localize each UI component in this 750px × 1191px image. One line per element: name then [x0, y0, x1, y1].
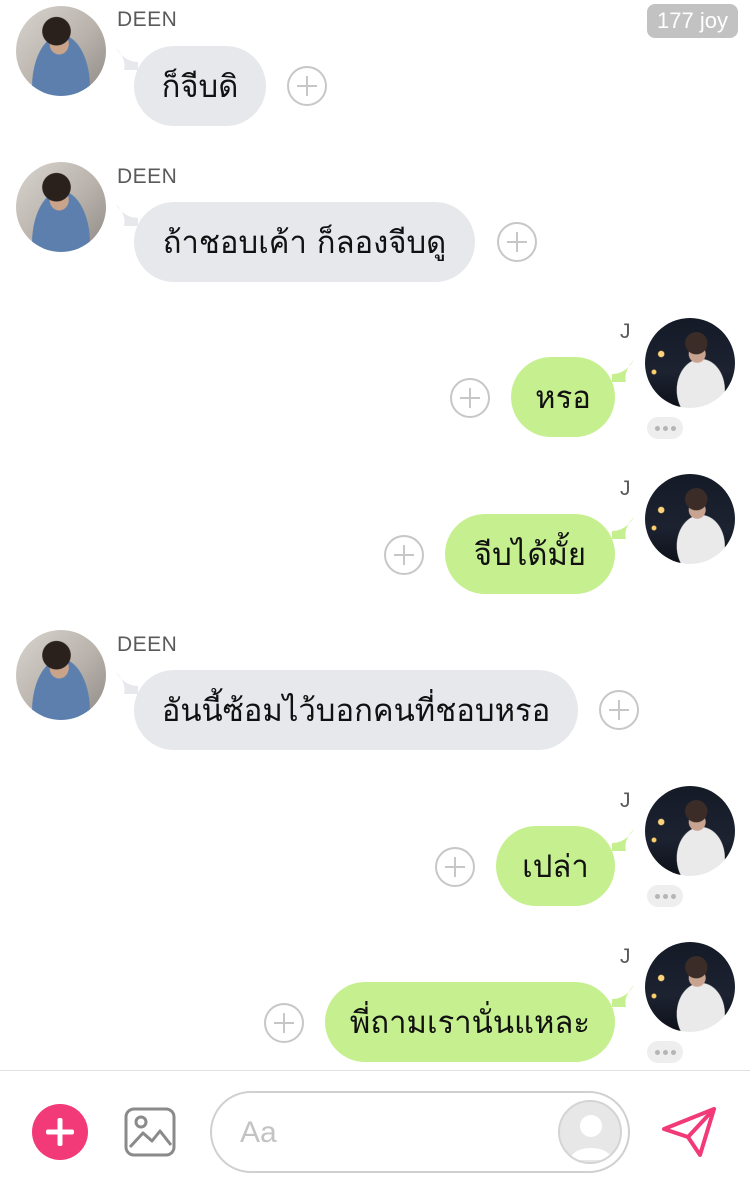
avatar[interactable]: [16, 162, 106, 252]
message-bubble[interactable]: อันนี้ซ้อมไว้บอกคนที่ชอบหรอ: [134, 670, 578, 750]
message-composer: [0, 1070, 750, 1191]
sender-name: J: [620, 320, 631, 343]
reaction-menu-icon[interactable]: [647, 1041, 683, 1063]
add-reaction-button[interactable]: [287, 66, 327, 106]
message-input[interactable]: [240, 1111, 540, 1155]
image-icon[interactable]: [124, 1107, 176, 1157]
add-reaction-button[interactable]: [435, 847, 475, 887]
reaction-menu-icon[interactable]: [647, 417, 683, 439]
plus-circle-icon[interactable]: [32, 1104, 88, 1160]
message-bubble[interactable]: เปล่า: [496, 826, 615, 906]
bubble-tail: [116, 204, 138, 226]
sender-name: DEEN: [117, 165, 178, 188]
message-bubble[interactable]: พี่ถามเรานั่นแหละ: [325, 982, 615, 1062]
message-bubble[interactable]: ถ้าชอบเค้า ก็ลองจีบดู: [134, 202, 475, 282]
add-reaction-button[interactable]: [264, 1003, 304, 1043]
avatar[interactable]: [645, 318, 735, 408]
message-bubble[interactable]: หรอ: [511, 357, 615, 437]
bubble-tail: [612, 985, 634, 1007]
send-icon[interactable]: [660, 1105, 718, 1159]
sender-name: J: [620, 789, 631, 812]
avatar[interactable]: [645, 474, 735, 564]
person-icon[interactable]: [558, 1100, 622, 1164]
bubble-tail: [612, 517, 634, 539]
sender-name: J: [620, 477, 631, 500]
add-reaction-button[interactable]: [599, 690, 639, 730]
sender-name: DEEN: [117, 633, 178, 656]
message-input-container[interactable]: [210, 1091, 630, 1173]
bubble-tail: [612, 360, 634, 382]
avatar[interactable]: [16, 630, 106, 720]
bubble-tail: [116, 672, 138, 694]
bubble-tail: [116, 48, 138, 70]
chat-thread[interactable]: DEEN ก็จีบดิ DEEN ถ้าชอบเค้า ก็ลองจีบดู …: [0, 0, 750, 1070]
sender-name: J: [620, 945, 631, 968]
bubble-tail: [612, 829, 634, 851]
avatar[interactable]: [645, 786, 735, 876]
message-bubble[interactable]: จีบได้มั้ย: [445, 514, 615, 594]
add-reaction-button[interactable]: [450, 378, 490, 418]
message-bubble[interactable]: ก็จีบดิ: [134, 46, 266, 126]
reaction-menu-icon[interactable]: [647, 885, 683, 907]
avatar[interactable]: [16, 6, 106, 96]
add-reaction-button[interactable]: [384, 535, 424, 575]
sender-name: DEEN: [117, 8, 178, 31]
add-reaction-button[interactable]: [497, 222, 537, 262]
avatar[interactable]: [645, 942, 735, 1032]
